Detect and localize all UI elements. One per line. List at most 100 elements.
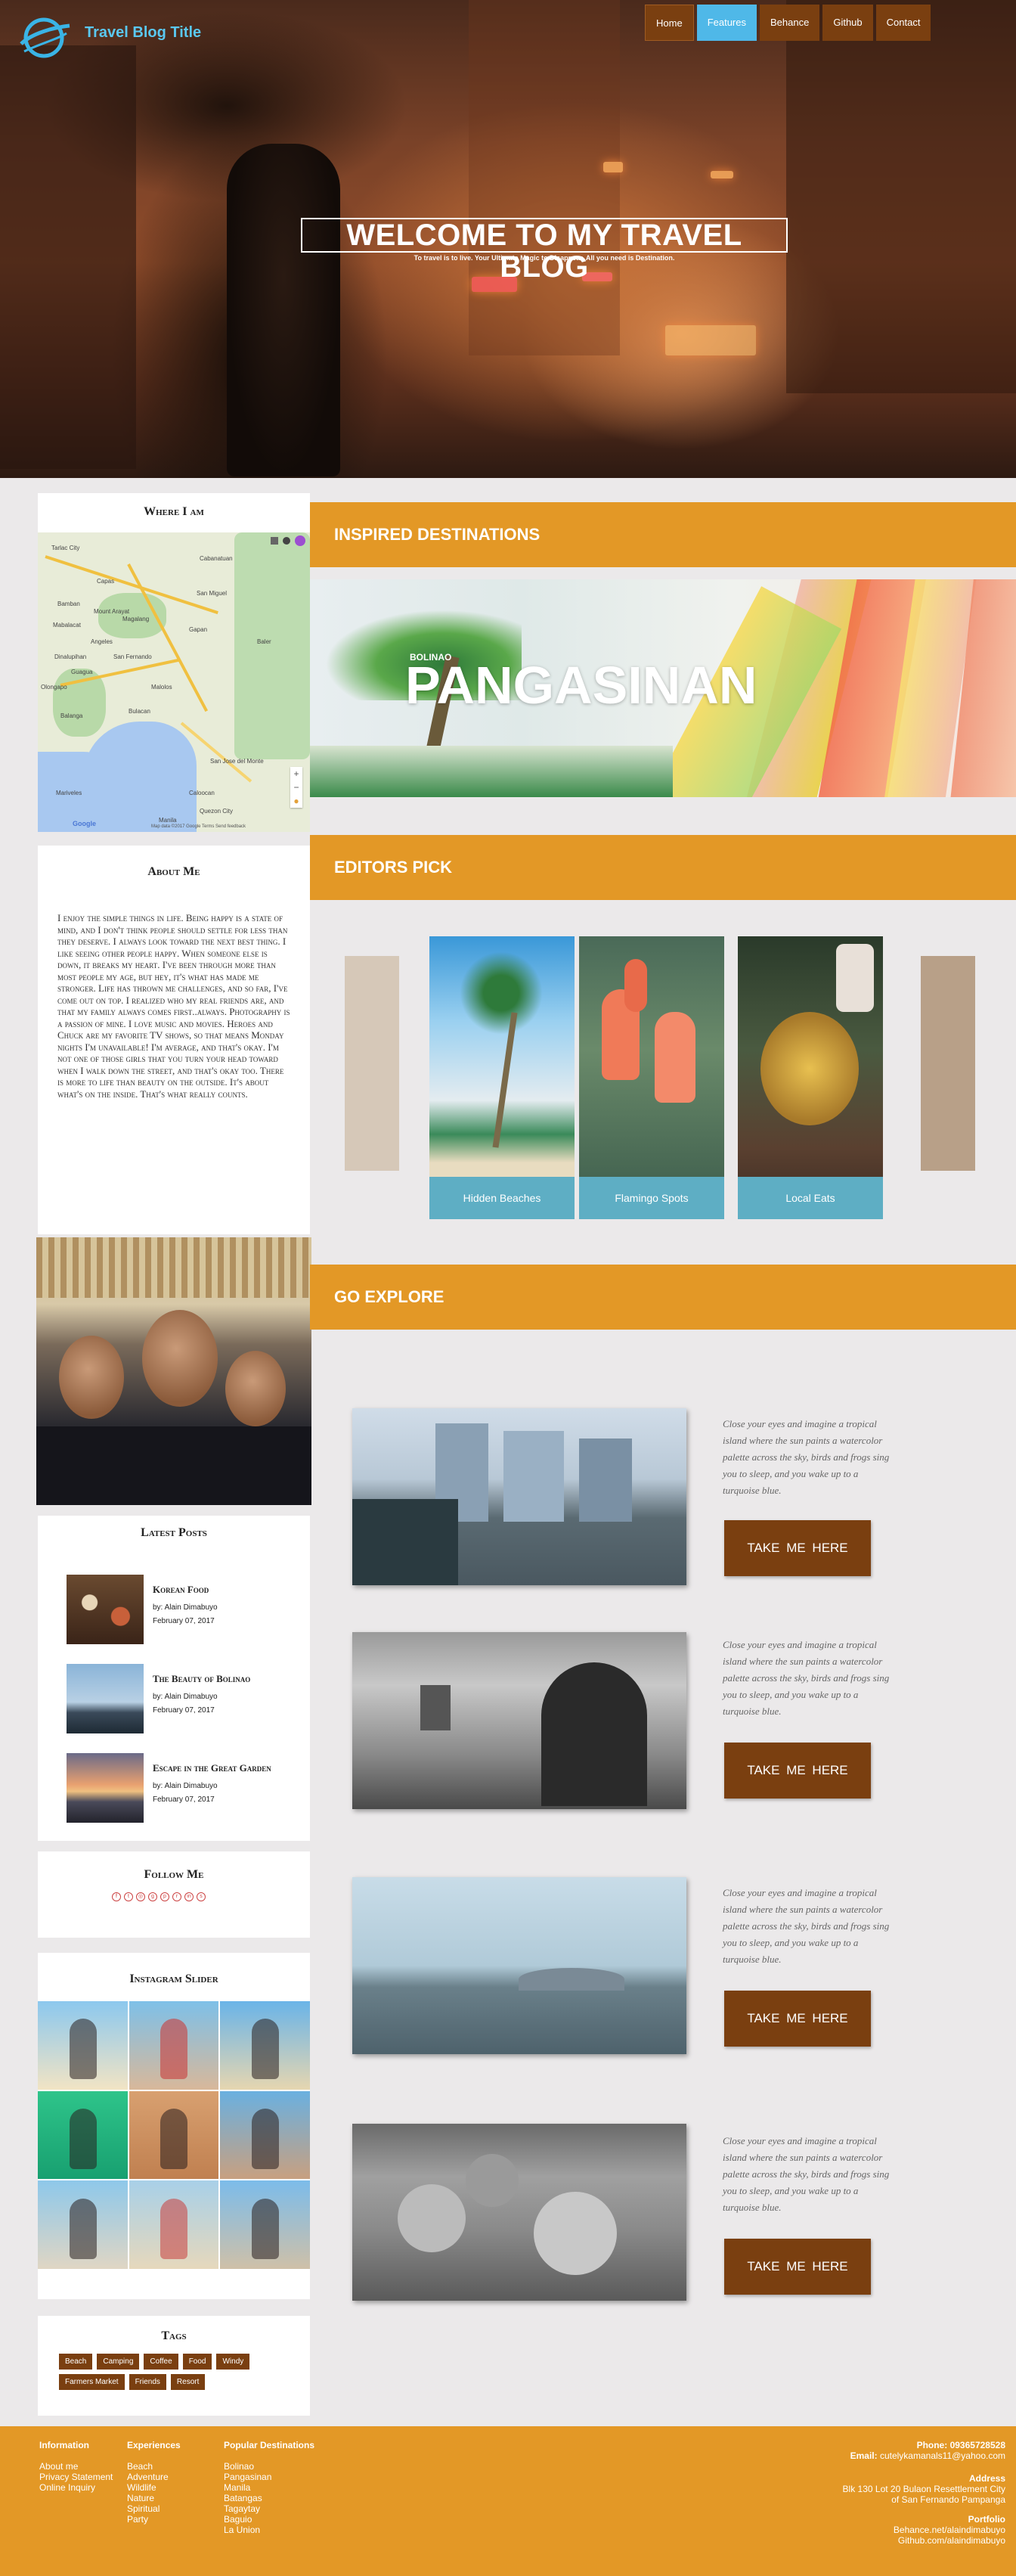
editor-card-caption[interactable]: Hidden Beaches xyxy=(429,1177,575,1219)
tag[interactable]: Windy xyxy=(216,2354,250,2370)
footer-link[interactable]: Spiritual xyxy=(127,2503,181,2514)
map-town: Cabanatuan xyxy=(200,555,233,562)
inspired-destination-image[interactable]: BOLINAO PANGASINAN xyxy=(310,579,1016,797)
post-item[interactable]: Korean Food by: Alain Dimabuyo February … xyxy=(67,1575,293,1644)
footer-link[interactable]: About me xyxy=(39,2461,113,2472)
instagram-photo[interactable] xyxy=(129,2180,219,2269)
post-thumbnail[interactable] xyxy=(67,1753,144,1823)
instagram-photo[interactable] xyxy=(220,2180,310,2269)
twitter-icon[interactable]: t xyxy=(124,1892,133,1901)
post-thumbnail[interactable] xyxy=(67,1575,144,1644)
traveler-silhouette xyxy=(227,144,340,476)
post-item[interactable]: Escape in the Great Garden by: Alain Dim… xyxy=(67,1753,293,1823)
brand-title[interactable]: Travel Blog Title xyxy=(85,24,201,42)
tag[interactable]: Friends xyxy=(129,2374,166,2390)
pinterest-icon[interactable]: p xyxy=(160,1892,169,1901)
post-author: by: Alain Dimabuyo xyxy=(153,1693,218,1701)
skype-icon[interactable]: s xyxy=(197,1892,206,1901)
follow-me-widget: Follow Me f t ◎ g p r in s xyxy=(38,1851,310,1938)
zoom-in-icon[interactable]: + xyxy=(290,767,302,781)
inspired-destinations-header: INSPIRED DESTINATIONS xyxy=(310,502,1016,567)
explore-image[interactable] xyxy=(352,1632,686,1809)
footer-link[interactable]: Adventure xyxy=(127,2472,181,2482)
footer-link[interactable]: Nature xyxy=(127,2493,181,2503)
explore-image[interactable] xyxy=(352,1877,686,2054)
explore-image[interactable] xyxy=(352,1408,686,1585)
nav-features[interactable]: Features xyxy=(696,5,757,41)
google-map[interactable]: Tarlac City Capas Bamban Magalang Mabala… xyxy=(38,532,310,832)
editor-card-caption[interactable]: Local Eats xyxy=(738,1177,883,1219)
editor-card[interactable]: Flamingo Spots xyxy=(579,936,724,1219)
zoom-out-icon[interactable]: − xyxy=(290,781,302,794)
carousel-next-tile[interactable] xyxy=(921,956,975,1171)
google-plus-icon[interactable]: g xyxy=(148,1892,157,1901)
email-value[interactable]: cutelykamanals11@yahoo.com xyxy=(880,2450,1005,2461)
nav-behance[interactable]: Behance xyxy=(760,5,820,41)
footer-link[interactable]: Beach xyxy=(127,2461,181,2472)
tag[interactable]: Coffee xyxy=(144,2354,178,2370)
nav-home[interactable]: Home xyxy=(645,5,694,41)
instagram-grid[interactable] xyxy=(38,2001,310,2269)
take-me-here-button[interactable]: TAKE ME HERE xyxy=(724,1520,871,1576)
footer-link[interactable]: Privacy Statement xyxy=(39,2472,113,2482)
instagram-photo[interactable] xyxy=(129,2001,219,2090)
instagram-photo[interactable] xyxy=(38,2180,128,2269)
rss-icon[interactable]: r xyxy=(172,1892,181,1901)
tag[interactable]: Resort xyxy=(170,2374,206,2390)
instagram-photo[interactable] xyxy=(220,2001,310,2090)
map-zoom-controls[interactable]: + − ● xyxy=(290,767,302,808)
footer-link[interactable]: Batangas xyxy=(224,2493,314,2503)
footer-link[interactable]: Bolinao xyxy=(224,2461,314,2472)
github-link[interactable]: Github.com/alaindimabuyo xyxy=(894,2535,1005,2546)
avatar[interactable] xyxy=(295,535,305,546)
address-label: Address xyxy=(968,2473,1005,2484)
instagram-photo[interactable] xyxy=(38,2001,128,2090)
post-title[interactable]: Korean Food xyxy=(153,1584,209,1596)
tag[interactable]: Food xyxy=(182,2354,212,2370)
footer-link[interactable]: Baguio xyxy=(224,2514,314,2525)
linkedin-icon[interactable]: in xyxy=(184,1892,194,1901)
post-title[interactable]: The Beauty of Bolinao xyxy=(153,1673,250,1685)
tag[interactable]: Beach xyxy=(59,2354,93,2370)
take-me-here-button[interactable]: TAKE ME HERE xyxy=(724,2239,871,2295)
nav-contact[interactable]: Contact xyxy=(875,5,931,41)
nav-github[interactable]: Github xyxy=(822,5,873,41)
tag[interactable]: Camping xyxy=(97,2354,140,2370)
instagram-photo[interactable] xyxy=(38,2090,128,2180)
instagram-photo[interactable] xyxy=(129,2090,219,2180)
instagram-photo[interactable] xyxy=(220,2090,310,2180)
take-me-here-button[interactable]: TAKE ME HERE xyxy=(724,1991,871,2047)
footer-link[interactable]: Tagaytay xyxy=(224,2503,314,2514)
footer-link[interactable]: La Union xyxy=(224,2525,314,2535)
footer-link[interactable]: Manila xyxy=(224,2482,314,2493)
behance-link[interactable]: Behance.net/alaindimabuyo xyxy=(894,2525,1005,2535)
apps-grid-icon[interactable] xyxy=(271,537,278,545)
post-date: February 07, 2017 xyxy=(153,1795,215,1804)
post-item[interactable]: The Beauty of Bolinao by: Alain Dimabuyo… xyxy=(67,1664,293,1733)
editor-card[interactable]: Local Eats xyxy=(738,936,883,1219)
instagram-icon[interactable]: ◎ xyxy=(136,1892,145,1901)
explore-image[interactable] xyxy=(352,2124,686,2301)
post-title[interactable]: Escape in the Great Garden xyxy=(153,1762,271,1774)
editor-card-caption[interactable]: Flamingo Spots xyxy=(579,1177,724,1219)
map-town: Dinalupihan xyxy=(54,653,87,660)
footer-link[interactable]: Pangasinan xyxy=(224,2472,314,2482)
pegman-icon[interactable]: ● xyxy=(290,794,302,808)
tags-title: Tags xyxy=(161,2329,187,2342)
post-thumbnail[interactable] xyxy=(67,1664,144,1733)
logo-globe-icon[interactable] xyxy=(17,11,71,65)
take-me-here-button[interactable]: TAKE ME HERE xyxy=(724,1743,871,1799)
map-town: Mabalacat xyxy=(53,622,81,628)
footer-link[interactable]: Party xyxy=(127,2514,181,2525)
carousel-prev-tile[interactable] xyxy=(345,956,399,1171)
tag[interactable]: Farmers Market xyxy=(59,2374,125,2390)
footer-link[interactable]: Online Inquiry xyxy=(39,2482,113,2493)
map-town: Gapan xyxy=(189,626,208,633)
editor-card[interactable]: Hidden Beaches xyxy=(429,936,575,1219)
facebook-icon[interactable]: f xyxy=(112,1892,121,1901)
latest-title: Latest Posts xyxy=(141,1526,207,1539)
footer-link[interactable]: Wildlife xyxy=(127,2482,181,2493)
location-icon[interactable] xyxy=(283,537,290,545)
map-credit[interactable]: Map data ©2017 Google Terms Send feedbac… xyxy=(151,824,246,829)
map-town: San Miguel xyxy=(197,590,228,597)
